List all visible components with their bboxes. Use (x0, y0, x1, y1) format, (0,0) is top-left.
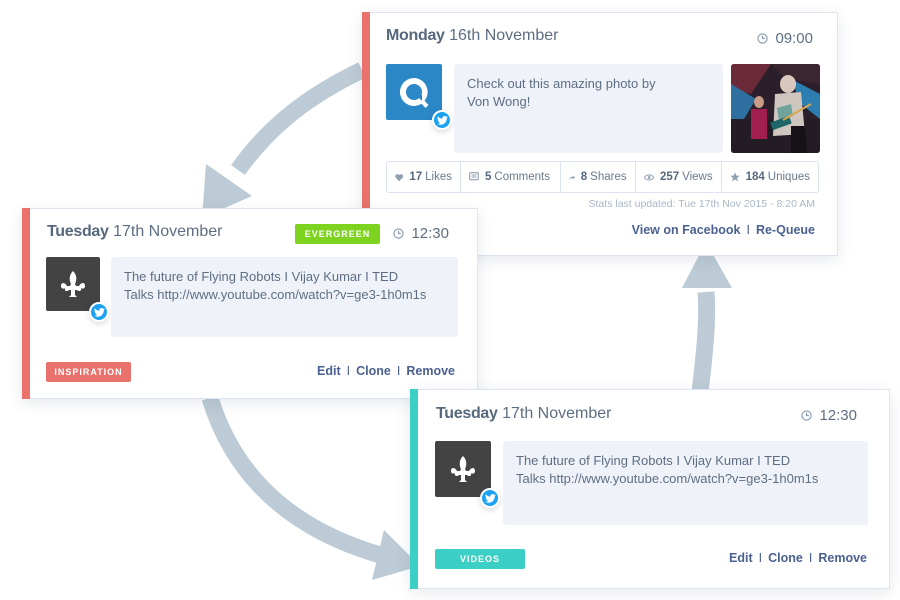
twitter-icon (484, 493, 496, 503)
post-day: Monday (386, 27, 445, 44)
post-actions: Edit I Clone I Remove (317, 364, 455, 378)
post-text-line: The future of Flying Robots I Vijay Kuma… (124, 269, 399, 284)
post-card-tuesday-videos: Tuesday 17th November 12:30 The future o… (410, 389, 890, 589)
post-photo[interactable] (731, 64, 820, 153)
comment-icon (469, 172, 479, 181)
arrow-bottom-to-top (691, 291, 716, 394)
time-text: 12:30 (819, 407, 857, 424)
stat-value: 257 (659, 171, 680, 183)
twitter-badge (89, 302, 109, 322)
post-actions: View on Facebook I Re-Queue (632, 223, 815, 237)
edit-link[interactable]: Edit (729, 551, 753, 565)
accent-bar (410, 389, 418, 589)
edit-link[interactable]: Edit (317, 364, 341, 378)
stats-bar: 17 Likes 5 Comments 8 Shares 257 Views 184 Un… (386, 161, 819, 193)
stat-label: Uniques (767, 171, 810, 183)
twitter-badge (432, 110, 452, 130)
q-logo-icon (399, 77, 429, 108)
post-text-line: The future of Flying Robots I Vijay Kuma… (516, 453, 791, 468)
clock-icon (393, 228, 405, 239)
stats-updated-text: Stats last updated: Tue 17th Nov 2015 - … (588, 198, 815, 210)
card-header: Tuesday 17th November (47, 223, 222, 241)
account-avatar[interactable] (386, 64, 452, 130)
time-text: 12:30 (411, 225, 449, 242)
clock-icon (757, 33, 769, 44)
twitter-icon (93, 307, 105, 317)
post-card-tuesday-evergreen: Tuesday 17th November EVERGREEN 12:30 Th… (22, 208, 478, 399)
stat-value: 17 (409, 171, 423, 183)
post-time: 09:00 (757, 30, 813, 47)
twitter-icon (436, 115, 448, 125)
evergreen-badge: EVERGREEN (295, 224, 380, 244)
post-text: The future of Flying Robots I Vijay Kuma… (503, 441, 868, 525)
post-day: Tuesday (47, 223, 109, 240)
eye-icon (643, 174, 654, 180)
star-icon (729, 172, 740, 182)
post-date: Tuesday 17th November (47, 223, 222, 241)
stat-uniques[interactable]: 184 Uniques (722, 162, 818, 192)
share-icon (568, 175, 575, 180)
account-avatar[interactable] (46, 257, 109, 322)
category-tag-inspiration[interactable]: INSPIRATION (46, 362, 131, 382)
account-avatar[interactable] (435, 441, 500, 508)
twitter-badge (480, 488, 500, 508)
concert-photo-image (731, 64, 820, 153)
arrow-left-to-bottom (201, 395, 383, 564)
separator: I (808, 551, 813, 565)
post-text-line: Talks http://www.youtube.com/watch?v=ge3… (124, 287, 427, 302)
view-on-facebook-link[interactable]: View on Facebook (632, 223, 741, 237)
remove-link[interactable]: Remove (818, 551, 867, 565)
requeue-link[interactable]: Re-Queue (756, 223, 815, 237)
post-date-text: 17th November (113, 223, 223, 240)
card-header: Tuesday 17th November (436, 405, 611, 423)
separator: I (396, 364, 401, 378)
stat-likes[interactable]: 17 Likes (387, 162, 461, 192)
heart-icon (395, 173, 404, 181)
post-day: Tuesday (436, 405, 498, 422)
post-time: 12:30 (393, 225, 449, 242)
arrow-top-to-left (231, 62, 366, 175)
post-text-line: Talks http://www.youtube.com/watch?v=ge3… (516, 471, 819, 486)
post-date-text: 16th November (449, 27, 559, 44)
stat-label: Comments (494, 171, 551, 183)
time-text: 09:00 (775, 30, 813, 47)
post-text: The future of Flying Robots I Vijay Kuma… (111, 257, 458, 337)
post-text-line: Check out this amazing photo by (467, 76, 656, 91)
stat-label: Views (682, 171, 713, 183)
stat-value: 5 (485, 171, 492, 183)
post-text-line: Von Wong! (467, 94, 531, 109)
remove-link[interactable]: Remove (406, 364, 455, 378)
post-date: Monday 16th November (386, 27, 559, 45)
separator: I (746, 223, 750, 237)
card-header: Monday 16th November (386, 27, 559, 45)
separator: I (758, 551, 763, 565)
stat-views[interactable]: 257 Views (636, 162, 722, 192)
stat-label: Likes (425, 171, 452, 183)
post-time: 12:30 (801, 407, 857, 424)
category-tag-videos[interactable]: VIDEOS (435, 549, 525, 569)
fleur-de-lis-icon (451, 456, 475, 482)
post-date: Tuesday 17th November (436, 405, 611, 423)
fleur-de-lis-icon (61, 271, 85, 297)
clone-link[interactable]: Clone (768, 551, 803, 565)
separator: I (346, 364, 351, 378)
post-text: Check out this amazing photo by Von Wong… (454, 64, 723, 153)
post-date-text: 17th November (502, 405, 612, 422)
post-actions: Edit I Clone I Remove (729, 551, 867, 565)
stat-comments[interactable]: 5 Comments (461, 162, 561, 192)
stat-value: 8 (580, 171, 588, 183)
stat-value: 184 (745, 171, 765, 183)
clone-link[interactable]: Clone (356, 364, 391, 378)
accent-bar (22, 208, 30, 399)
clock-icon (801, 410, 813, 421)
stat-shares[interactable]: 8 Shares (561, 162, 636, 192)
stat-label: Shares (590, 171, 627, 183)
